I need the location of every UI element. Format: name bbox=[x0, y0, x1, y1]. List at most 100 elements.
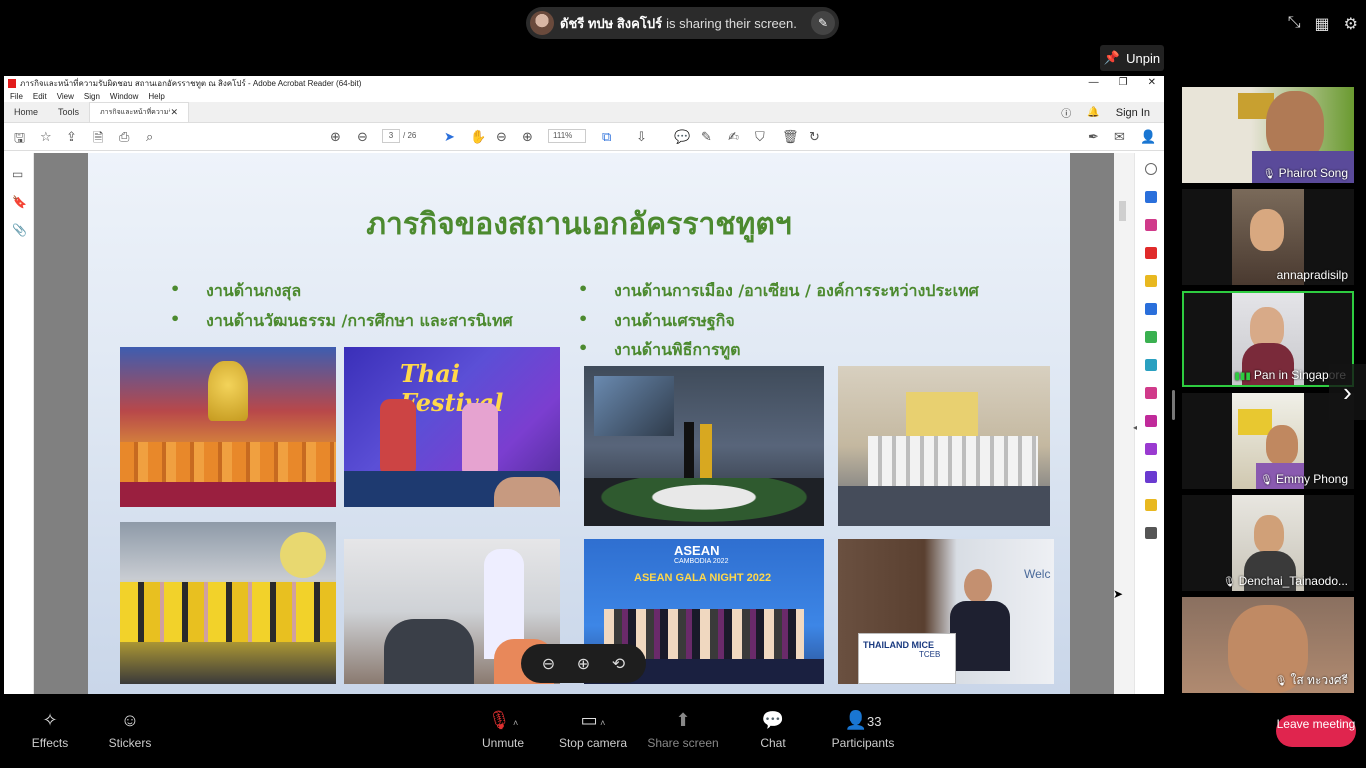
left-bullet: งานด้านกงสุล bbox=[170, 279, 301, 304]
menu-view[interactable]: View bbox=[57, 92, 74, 101]
stop-camera-button[interactable]: ▭ ˄ Stop camera bbox=[553, 710, 633, 750]
print-icon[interactable]: ⎙ bbox=[119, 129, 129, 145]
highlight-pen-icon[interactable]: ✎ bbox=[701, 129, 712, 145]
person-icon: 👤33 bbox=[844, 710, 882, 730]
comment-icon[interactable]: 💬 bbox=[674, 129, 690, 145]
email-icon[interactable]: ✉ bbox=[1114, 129, 1125, 145]
stickers-button[interactable]: ☺ Stickers bbox=[90, 710, 170, 750]
close-icon[interactable]: ✕ bbox=[1148, 77, 1156, 88]
tab-home[interactable]: Home bbox=[4, 102, 48, 122]
comment-tool-icon[interactable] bbox=[1145, 275, 1157, 287]
page-number-input[interactable]: 3 bbox=[382, 129, 400, 143]
sign-in-link[interactable]: Sign In bbox=[1116, 107, 1150, 119]
select-cursor-icon[interactable]: ➤ bbox=[444, 129, 455, 145]
effects-button[interactable]: ✧ Effects bbox=[10, 710, 90, 750]
screen-share-banner: ดัชรี ทปษ สิงคโปร์ is sharing their scre… bbox=[526, 7, 839, 39]
thumbnails-icon[interactable]: ▭ bbox=[12, 167, 23, 181]
search-tool-icon[interactable] bbox=[1145, 163, 1157, 175]
participant-tile[interactable]: 🎙 Phairot Song bbox=[1182, 87, 1354, 183]
draw-icon[interactable]: ✍ bbox=[728, 129, 739, 145]
menu-file[interactable]: File bbox=[10, 92, 23, 101]
share-screen-button[interactable]: ⬆ Share screen bbox=[643, 710, 723, 750]
zoom-in-icon[interactable]: ⊕ bbox=[577, 654, 590, 674]
scroll-mode-icon[interactable]: ⇩ bbox=[636, 129, 647, 145]
menu-window[interactable]: Window bbox=[110, 92, 138, 101]
thai-festival-photo: Thai Festival bbox=[344, 347, 560, 507]
unmute-button[interactable]: 🎙 ˄ Unmute bbox=[463, 710, 543, 750]
panel-resize-handle[interactable] bbox=[1172, 390, 1175, 420]
right-bullet: งานด้านพิธีการทูต bbox=[578, 338, 740, 363]
next-page-arrow-icon[interactable]: › bbox=[1329, 364, 1366, 420]
mic-muted-icon: 🎙 bbox=[1274, 676, 1288, 687]
collapse-right-icon[interactable]: ◂ bbox=[1133, 423, 1145, 435]
chat-bubble-icon: 💬 bbox=[761, 710, 785, 730]
exit-fullscreen-icon[interactable]: ⤡ bbox=[1288, 14, 1301, 34]
star-icon[interactable]: ☆ bbox=[40, 129, 52, 145]
acrobat-left-rail: ▭ 🔖 📎 ◂ bbox=[4, 153, 38, 694]
hand-tool-icon[interactable]: ✋ bbox=[470, 129, 486, 145]
menu-edit[interactable]: Edit bbox=[33, 92, 47, 101]
page-down-icon[interactable]: ⊖ bbox=[357, 129, 368, 145]
speaker-podium-photo: Welc THAILAND MICE TCEB bbox=[838, 539, 1054, 684]
more-tools-icon[interactable] bbox=[1145, 527, 1157, 539]
restore-icon[interactable]: ❐ bbox=[1119, 77, 1128, 88]
pdf-slide-page: ภารกิจของสถานเอกอัครราชทูตฯ งานด้านกงสุล… bbox=[88, 153, 1070, 694]
rotate-icon[interactable]: ↻ bbox=[809, 129, 820, 145]
menu-help[interactable]: Help bbox=[148, 92, 164, 101]
zoom-in-icon[interactable]: ⊕ bbox=[522, 129, 533, 145]
protect-icon[interactable] bbox=[1145, 415, 1157, 427]
participant-tile[interactable]: 🎙 ใส ทะวงศรี bbox=[1182, 597, 1354, 693]
upload-icon[interactable]: ⇪ bbox=[66, 129, 77, 145]
participant-tile[interactable]: 🎙 Denchai_Tainaodo... bbox=[1182, 495, 1354, 591]
send-review-icon[interactable] bbox=[1145, 499, 1157, 511]
attachment-icon[interactable]: 📎 bbox=[12, 223, 27, 237]
export-pdf-icon[interactable] bbox=[1145, 191, 1157, 203]
zoom-reset-icon[interactable]: ⟲ bbox=[612, 654, 625, 674]
layout-grid-icon[interactable]: ▦ bbox=[1315, 14, 1330, 34]
effects-label: Effects bbox=[31, 736, 69, 750]
stamp-icon[interactable]: ⛉ bbox=[755, 129, 765, 145]
fill-sign-icon[interactable]: ✒ bbox=[1088, 129, 1099, 145]
request-signature-icon[interactable] bbox=[1145, 443, 1157, 455]
annotate-pencil-icon[interactable]: ✎ bbox=[811, 11, 835, 35]
delete-icon[interactable]: 🗑 bbox=[782, 129, 799, 145]
acrobat-tools-rail: ◂ bbox=[1133, 153, 1164, 694]
edit-pdf-icon[interactable] bbox=[1145, 219, 1157, 231]
chat-button[interactable]: 💬 Chat bbox=[733, 710, 813, 750]
search-icon[interactable]: ⌕ bbox=[146, 129, 153, 145]
unpin-button[interactable]: 📌 Unpin bbox=[1100, 45, 1164, 71]
organize-pages-icon[interactable] bbox=[1145, 331, 1157, 343]
save-icon[interactable]: 🖫 bbox=[14, 129, 25, 151]
participant-tile[interactable]: annapradisilp bbox=[1182, 189, 1354, 285]
tab-close-icon[interactable]: ✕ bbox=[170, 107, 178, 118]
zoom-out-icon[interactable]: ⊖ bbox=[496, 129, 507, 145]
fit-page-icon[interactable]: ⧉ bbox=[602, 129, 611, 145]
mic-muted-icon: 🎙 bbox=[1260, 475, 1273, 486]
help-icon[interactable]: ⓘ bbox=[1061, 105, 1071, 120]
gear-icon[interactable]: ⚙ bbox=[1344, 14, 1358, 34]
share-user-icon[interactable]: 👤 bbox=[1140, 129, 1156, 145]
document-scrollbar[interactable] bbox=[1114, 153, 1134, 694]
zoom-level-select[interactable]: 111% bbox=[548, 129, 586, 143]
bookmark-icon[interactable]: 🔖 bbox=[12, 195, 27, 209]
combine-files-icon[interactable] bbox=[1145, 303, 1157, 315]
tab-tools[interactable]: Tools bbox=[48, 102, 89, 122]
fill-sign-tool-icon[interactable] bbox=[1145, 387, 1157, 399]
scrollbar-thumb[interactable] bbox=[1119, 201, 1126, 221]
acrobat-tab-bar: Home Tools ภารกิจและหน้าที่ความรั... ✕ ⓘ… bbox=[4, 102, 1164, 123]
scan-ocr-icon[interactable] bbox=[1145, 359, 1157, 371]
sharer-name: ดัชรี ทปษ สิงคโปร์ bbox=[560, 15, 663, 31]
create-pdf-icon[interactable]: 🗎 bbox=[93, 129, 103, 151]
participants-button[interactable]: 👤33 Participants bbox=[823, 710, 903, 750]
tab-document[interactable]: ภารกิจและหน้าที่ความรั... ✕ bbox=[89, 102, 190, 122]
tab-document-label: ภารกิจและหน้าที่ความรั... bbox=[100, 109, 171, 116]
minimize-icon[interactable]: — bbox=[1089, 77, 1099, 88]
page-up-icon[interactable]: ⊕ bbox=[330, 129, 341, 145]
zoom-out-icon[interactable]: ⊖ bbox=[542, 654, 555, 674]
bell-icon[interactable]: 🔔 bbox=[1087, 107, 1099, 118]
unpin-label: Unpin bbox=[1126, 50, 1161, 66]
prepare-form-icon[interactable] bbox=[1145, 471, 1157, 483]
create-pdf-tool-icon[interactable] bbox=[1145, 247, 1157, 259]
leave-meeting-button[interactable]: Leave meeting bbox=[1276, 715, 1356, 747]
menu-sign[interactable]: Sign bbox=[84, 92, 100, 101]
